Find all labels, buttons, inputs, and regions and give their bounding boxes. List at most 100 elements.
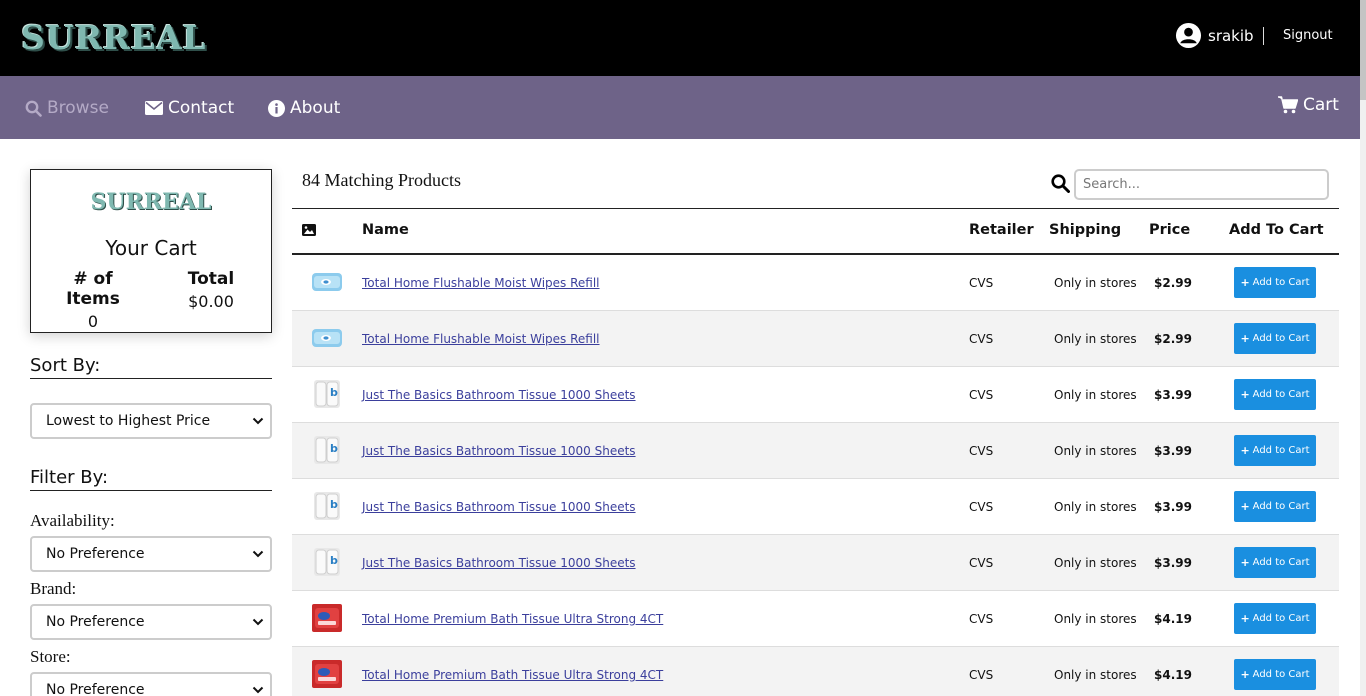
nav-browse-label: Browse — [47, 98, 109, 118]
cart-logo: SURREAL — [90, 189, 212, 215]
product-shipping: Only in stores — [1054, 612, 1137, 626]
add-to-cart-label: Add to Cart — [1252, 557, 1310, 568]
add-to-cart-button[interactable]: + Add to Cart — [1234, 547, 1316, 578]
store-select[interactable]: No Preference — [30, 672, 272, 696]
product-shipping: Only in stores — [1054, 444, 1137, 458]
product-price: $3.99 — [1154, 444, 1192, 458]
product-name-link[interactable]: Just The Basics Bathroom Tissue 1000 She… — [362, 556, 636, 570]
sort-select[interactable]: Lowest to Highest Price — [30, 403, 272, 439]
plus-icon: + — [1240, 332, 1250, 345]
top-header: SURREAL srakib Signout — [0, 0, 1366, 76]
store-select-value: No Preference — [46, 682, 145, 696]
add-to-cart-button[interactable]: + Add to Cart — [1234, 435, 1316, 466]
chevron-down-icon — [252, 550, 264, 558]
product-name-link[interactable]: Just The Basics Bathroom Tissue 1000 She… — [362, 388, 636, 402]
matching-products-count: 84 Matching Products — [302, 170, 461, 190]
table-row: b Just The Basics Bathroom Tissue 1000 Sh… — [292, 479, 1339, 535]
column-header-retailer[interactable]: Retailer — [969, 222, 1034, 238]
site-logo[interactable]: SURREAL — [21, 18, 206, 57]
product-retailer: CVS — [969, 444, 994, 458]
user-avatar-icon — [1175, 22, 1202, 49]
product-thumbnail[interactable] — [312, 267, 342, 297]
cart-title: Your Cart — [105, 236, 197, 260]
product-name-link[interactable]: Total Home Flushable Moist Wipes Refill — [362, 332, 600, 346]
column-header-price[interactable]: Price — [1149, 222, 1190, 238]
scrollbar[interactable] — [1360, 0, 1366, 696]
nav-about[interactable]: About — [268, 98, 340, 118]
cart-items-count: # of Items 0 — [48, 269, 138, 331]
product-price: $3.99 — [1154, 500, 1192, 514]
brand-select-value: No Preference — [46, 614, 145, 630]
nav-cart[interactable]: Cart — [1278, 95, 1339, 115]
availability-select-value: No Preference — [46, 546, 145, 562]
add-to-cart-button[interactable]: + Add to Cart — [1234, 491, 1316, 522]
search-input[interactable] — [1074, 169, 1329, 200]
header-divider — [1263, 27, 1264, 45]
scrollbar-thumb[interactable] — [1360, 0, 1366, 100]
product-thumbnail[interactable]: b — [312, 547, 342, 577]
envelope-icon — [145, 101, 163, 115]
column-header-add-to-cart: Add To Cart — [1229, 222, 1324, 238]
add-to-cart-label: Add to Cart — [1252, 445, 1310, 456]
product-name-link[interactable]: Total Home Premium Bath Tissue Ultra Str… — [362, 668, 663, 682]
cart-summary: SURREAL Your Cart # of Items 0 Total $0.… — [30, 169, 272, 333]
search-icon[interactable] — [1051, 174, 1070, 193]
table-header: Name Retailer Shipping Price Add To Cart — [292, 208, 1339, 255]
product-name-link[interactable]: Total Home Flushable Moist Wipes Refill — [362, 276, 600, 290]
add-to-cart-label: Add to Cart — [1252, 613, 1310, 624]
nav-cart-label: Cart — [1303, 95, 1339, 115]
cart-total-label: Total — [187, 269, 235, 289]
availability-select[interactable]: No Preference — [30, 536, 272, 572]
cart-items-label: # of Items — [66, 269, 120, 309]
product-price: $2.99 — [1154, 276, 1192, 290]
nav-contact-label: Contact — [168, 98, 235, 118]
product-retailer: CVS — [969, 276, 994, 290]
plus-icon: + — [1240, 276, 1250, 289]
product-thumbnail[interactable] — [312, 603, 342, 633]
product-name-link[interactable]: Just The Basics Bathroom Tissue 1000 She… — [362, 444, 636, 458]
svg-text:b: b — [330, 386, 338, 399]
product-thumbnail[interactable] — [312, 323, 342, 353]
product-name-link[interactable]: Just The Basics Bathroom Tissue 1000 She… — [362, 500, 636, 514]
add-to-cart-button[interactable]: + Add to Cart — [1234, 603, 1316, 634]
svg-text:b: b — [330, 498, 338, 511]
plus-icon: + — [1240, 388, 1250, 401]
products-table: Name Retailer Shipping Price Add To Cart… — [292, 208, 1339, 696]
info-icon — [268, 99, 285, 117]
product-shipping: Only in stores — [1054, 388, 1137, 402]
product-price: $4.19 — [1154, 612, 1192, 626]
nav-browse[interactable]: Browse — [25, 98, 109, 118]
user-menu[interactable]: srakib — [1175, 22, 1254, 49]
product-name-link[interactable]: Total Home Premium Bath Tissue Ultra Str… — [362, 612, 663, 626]
add-to-cart-label: Add to Cart — [1252, 389, 1310, 400]
product-thumbnail[interactable] — [312, 659, 342, 689]
brand-label: Brand: — [30, 579, 77, 598]
add-to-cart-button[interactable]: + Add to Cart — [1234, 267, 1316, 298]
product-thumbnail[interactable]: b — [312, 379, 342, 409]
product-retailer: CVS — [969, 556, 994, 570]
table-row: Total Home Premium Bath Tissue Ultra Str… — [292, 647, 1339, 696]
product-thumbnail[interactable]: b — [312, 491, 342, 521]
product-thumbnail[interactable]: b — [312, 435, 342, 465]
plus-icon: + — [1240, 668, 1250, 681]
product-price: $3.99 — [1154, 556, 1192, 570]
product-shipping: Only in stores — [1054, 556, 1137, 570]
svg-text:b: b — [330, 442, 338, 455]
sort-select-value: Lowest to Highest Price — [46, 413, 211, 429]
nav-contact[interactable]: Contact — [145, 98, 234, 118]
image-icon — [302, 224, 316, 236]
brand-select[interactable]: No Preference — [30, 604, 272, 640]
product-shipping: Only in stores — [1054, 332, 1137, 346]
add-to-cart-label: Add to Cart — [1252, 669, 1310, 680]
add-to-cart-button[interactable]: + Add to Cart — [1234, 379, 1316, 410]
store-label: Store: — [30, 647, 71, 666]
add-to-cart-button[interactable]: + Add to Cart — [1234, 659, 1316, 690]
add-to-cart-button[interactable]: + Add to Cart — [1234, 323, 1316, 354]
table-row: b Just The Basics Bathroom Tissue 1000 Sh… — [292, 367, 1339, 423]
signout-link[interactable]: Signout — [1283, 28, 1333, 43]
column-header-shipping[interactable]: Shipping — [1049, 222, 1121, 238]
product-retailer: CVS — [969, 668, 994, 682]
column-header-name[interactable]: Name — [362, 222, 409, 238]
add-to-cart-label: Add to Cart — [1252, 501, 1310, 512]
plus-icon: + — [1240, 444, 1250, 457]
